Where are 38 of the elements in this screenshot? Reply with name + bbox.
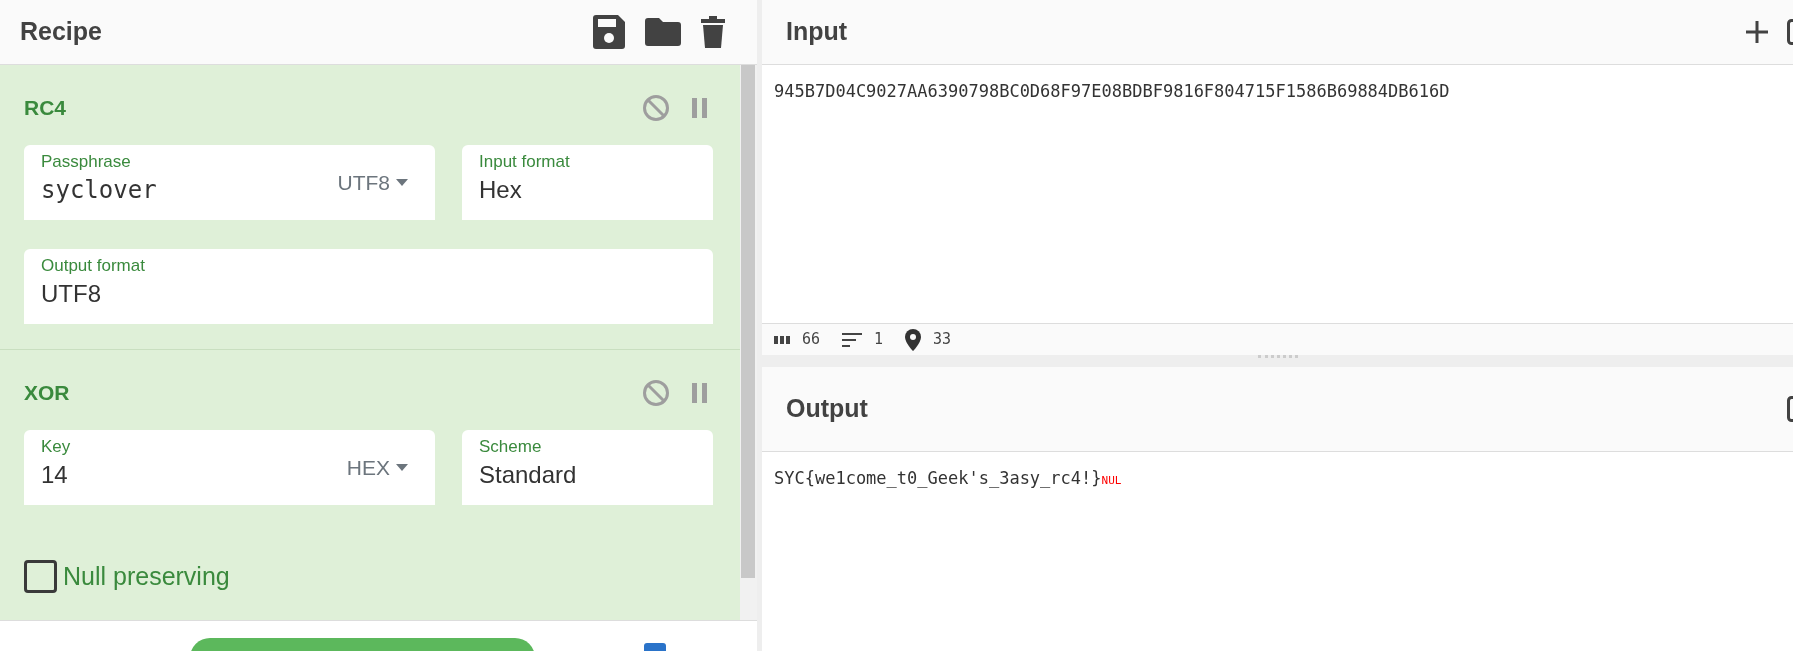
resize-handle[interactable] bbox=[1257, 355, 1298, 358]
panel-title: Output bbox=[786, 393, 868, 425]
panel-title: Recipe bbox=[20, 16, 102, 48]
pause-icon[interactable] bbox=[692, 383, 708, 403]
plus-icon[interactable] bbox=[1745, 20, 1769, 44]
save-icon[interactable] bbox=[593, 15, 625, 49]
field-value[interactable]: Hex bbox=[479, 173, 713, 207]
caret-icon bbox=[396, 464, 408, 471]
checkbox[interactable] bbox=[24, 560, 57, 594]
operation-title: RC4 bbox=[24, 95, 66, 122]
folder-icon[interactable] bbox=[645, 18, 681, 46]
stat-value: 33 bbox=[933, 329, 952, 351]
field-label: Passphrase bbox=[41, 151, 132, 173]
field-label: Scheme bbox=[479, 436, 543, 458]
field-label: Input format bbox=[479, 151, 571, 173]
field-value[interactable]: 14 bbox=[41, 458, 337, 492]
stat-value: 66 bbox=[802, 329, 821, 351]
caret-icon bbox=[396, 179, 408, 186]
pause-icon[interactable] bbox=[692, 98, 708, 118]
input-text[interactable]: 945B7D04C9027AA6390798BC0D68F97E08BDBF9816F804715F1586B69884DB616D bbox=[774, 81, 1450, 101]
operation-title: XOR bbox=[24, 380, 70, 407]
panel-title: Input bbox=[786, 16, 848, 48]
disable-icon[interactable] bbox=[642, 94, 670, 122]
field-label: Key bbox=[41, 436, 72, 458]
encoding-dropdown[interactable]: UTF8 bbox=[327, 145, 435, 220]
field-value[interactable]: syclover bbox=[41, 173, 328, 207]
trash-icon[interactable] bbox=[701, 16, 725, 48]
disable-icon[interactable] bbox=[642, 379, 670, 407]
lines-icon bbox=[842, 331, 863, 348]
encoding-dropdown[interactable]: HEX bbox=[336, 430, 435, 505]
field-label: Output format bbox=[41, 255, 146, 277]
field-value[interactable]: UTF8 bbox=[41, 277, 713, 311]
field-value[interactable]: Standard bbox=[479, 458, 713, 492]
location-pin-icon bbox=[905, 328, 922, 351]
checkbox-label[interactable]: Null preserving bbox=[63, 558, 230, 596]
stat-value: 1 bbox=[874, 329, 884, 351]
output-text: SYC{we1come_t0_Geek's_3asy_rc4!}NUL bbox=[774, 468, 1122, 488]
scrollbar-thumb[interactable] bbox=[741, 65, 755, 578]
